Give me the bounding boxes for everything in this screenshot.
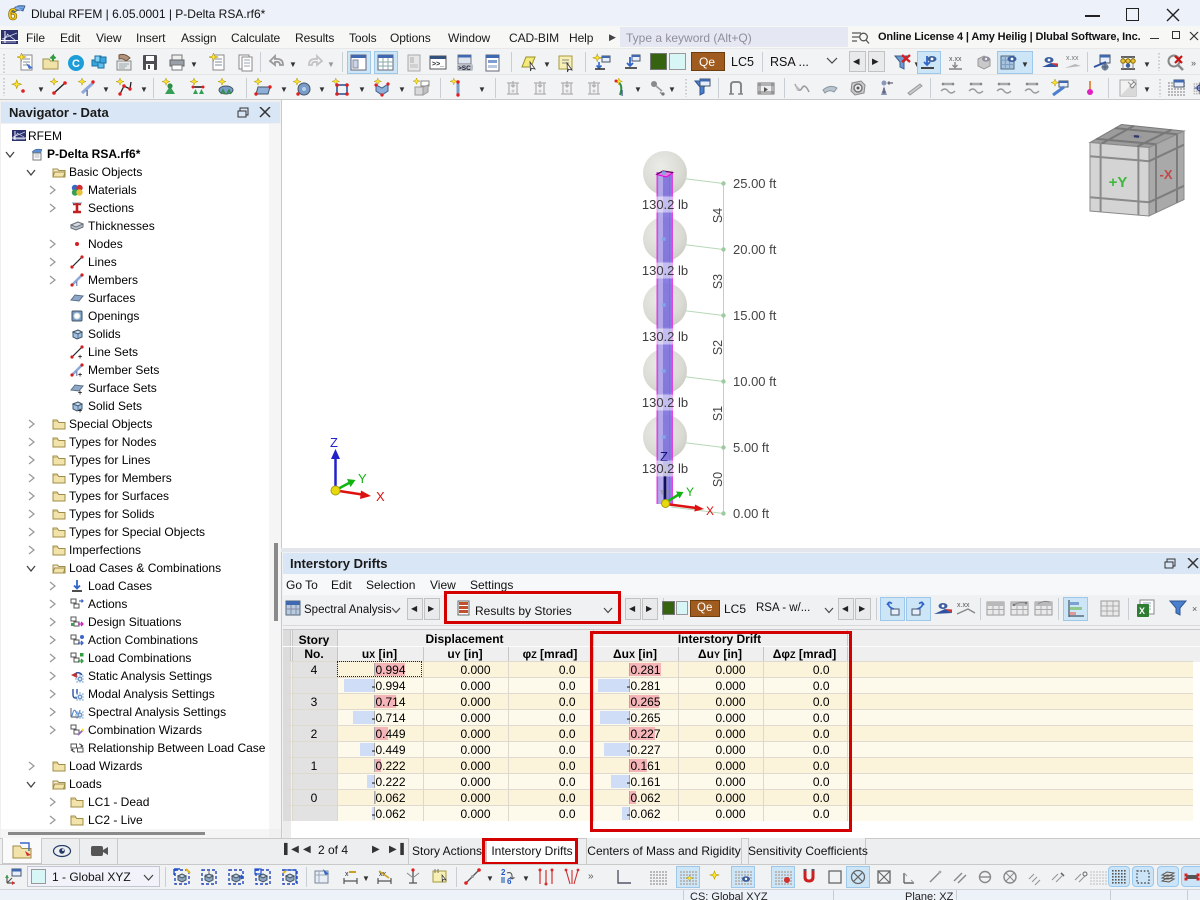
svg-text:0.00 ft: 0.00 ft	[733, 506, 770, 521]
svg-text:130.2 lb: 130.2 lb	[642, 197, 688, 212]
svg-text:x.xx: x.xx	[949, 56, 962, 63]
svg-text:C: C	[72, 58, 80, 70]
svg-text:+: +	[78, 372, 82, 377]
svg-text:x.xx: x.xx	[957, 602, 970, 609]
svg-text:6: 6	[8, 5, 17, 22]
svg-text:130.2 lb: 130.2 lb	[642, 263, 688, 278]
svg-text:>>_: >>_	[432, 61, 444, 68]
svg-text:-X: -X	[1160, 167, 1173, 182]
svg-text:X: X	[1139, 606, 1145, 616]
svg-text:130.2 lb: 130.2 lb	[642, 395, 688, 410]
svg-text:130.2 lb: 130.2 lb	[642, 329, 688, 344]
svg-text:x: x	[345, 871, 349, 878]
svg-text:+: +	[78, 354, 82, 359]
svg-text:Y: Y	[686, 485, 694, 499]
svg-text:S3: S3	[711, 274, 725, 289]
svg-text:Z: Z	[330, 435, 338, 450]
svg-text:S4: S4	[711, 208, 725, 223]
svg-text:25.00 ft: 25.00 ft	[733, 176, 777, 191]
svg-text:S1: S1	[711, 406, 725, 421]
svg-text:X: X	[706, 504, 714, 518]
svg-text:I: I	[86, 89, 88, 98]
svg-text:Y: Y	[358, 471, 367, 486]
svg-text:X: X	[376, 489, 385, 504]
svg-text:+Y: +Y	[1109, 174, 1128, 191]
svg-text:+: +	[78, 390, 82, 395]
svg-text:x.xx: x.xx	[1066, 55, 1079, 62]
svg-text:I: I	[621, 89, 623, 98]
svg-text:I: I	[76, 282, 78, 287]
svg-text:S2: S2	[711, 340, 725, 355]
svg-text:130.2 lb: 130.2 lb	[642, 461, 688, 476]
svg-text:S0: S0	[711, 472, 725, 487]
svg-text:+: +	[78, 408, 82, 413]
svg-text:10.00 ft: 10.00 ft	[733, 374, 777, 389]
svg-text:20.00 ft: 20.00 ft	[733, 242, 777, 257]
svg-text:2: 2	[501, 868, 506, 877]
svg-text:>SC: >SC	[458, 65, 471, 72]
svg-text:5.00 ft: 5.00 ft	[733, 440, 770, 455]
svg-text:15.00 ft: 15.00 ft	[733, 308, 777, 323]
